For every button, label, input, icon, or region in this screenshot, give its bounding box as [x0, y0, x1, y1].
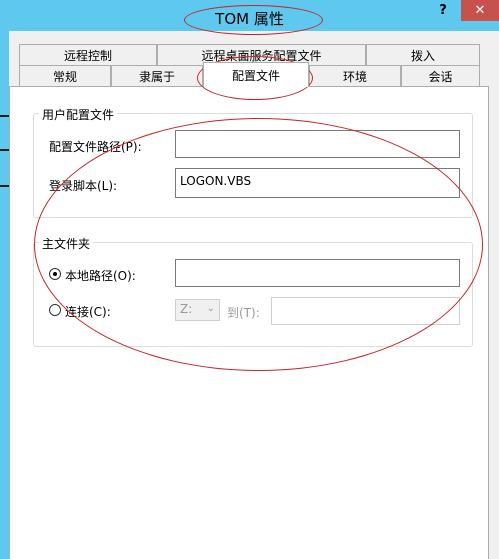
tab-dial-in[interactable]: 拨入: [366, 44, 480, 65]
close-button[interactable]: ✕: [461, 0, 499, 21]
local-path-input[interactable]: [175, 259, 460, 287]
watermark-brand: Bai经验: [406, 523, 473, 543]
logon-script-label: 登录脚本(L):: [49, 179, 118, 193]
drive-letter-select[interactable]: Z: ⌄: [175, 299, 220, 321]
tab-member-of[interactable]: 隶属于: [111, 65, 203, 86]
chevron-down-icon: ⌄: [206, 303, 215, 314]
local-path-radio[interactable]: [49, 268, 61, 280]
to-label: 到(T):: [227, 306, 260, 320]
user-profile-group-title: 用户配置文件: [39, 106, 118, 123]
connect-to-input[interactable]: [271, 297, 460, 325]
home-folder-group-title: 主文件夹: [39, 235, 94, 252]
baidu-watermark: Bai经验 jingyan.baidu.com: [384, 510, 494, 550]
tab-general[interactable]: 常规: [19, 65, 111, 86]
user-profile-group: [33, 113, 473, 218]
title-bar: TOM 属性 ? ✕: [0, 0, 499, 31]
connect-radio[interactable]: [49, 304, 61, 316]
tab-profile[interactable]: 配置文件: [203, 62, 309, 87]
connect-label: 连接(C):: [65, 305, 111, 319]
help-button[interactable]: ?: [425, 0, 461, 21]
drive-letter-value: Z:: [180, 302, 193, 316]
profile-path-label: 配置文件路径(P):: [49, 140, 142, 154]
background-text-fragment: [0, 185, 9, 187]
background-window-strip: [0, 31, 9, 559]
profile-path-input[interactable]: [175, 130, 460, 158]
tab-environment[interactable]: 环境: [309, 65, 401, 86]
home-folder-group: [33, 242, 473, 347]
tab-remote-control[interactable]: 远程控制: [19, 44, 157, 65]
background-text-fragment: [0, 115, 9, 117]
paw-logo-icon: [384, 516, 404, 536]
tab-sessions[interactable]: 会话: [401, 65, 480, 86]
local-path-label: 本地路径(O):: [65, 269, 136, 283]
logon-script-input[interactable]: LOGON.VBS: [175, 168, 460, 198]
background-text-fragment: [0, 149, 9, 151]
watermark-site: jingyan.baidu.com: [408, 541, 482, 550]
